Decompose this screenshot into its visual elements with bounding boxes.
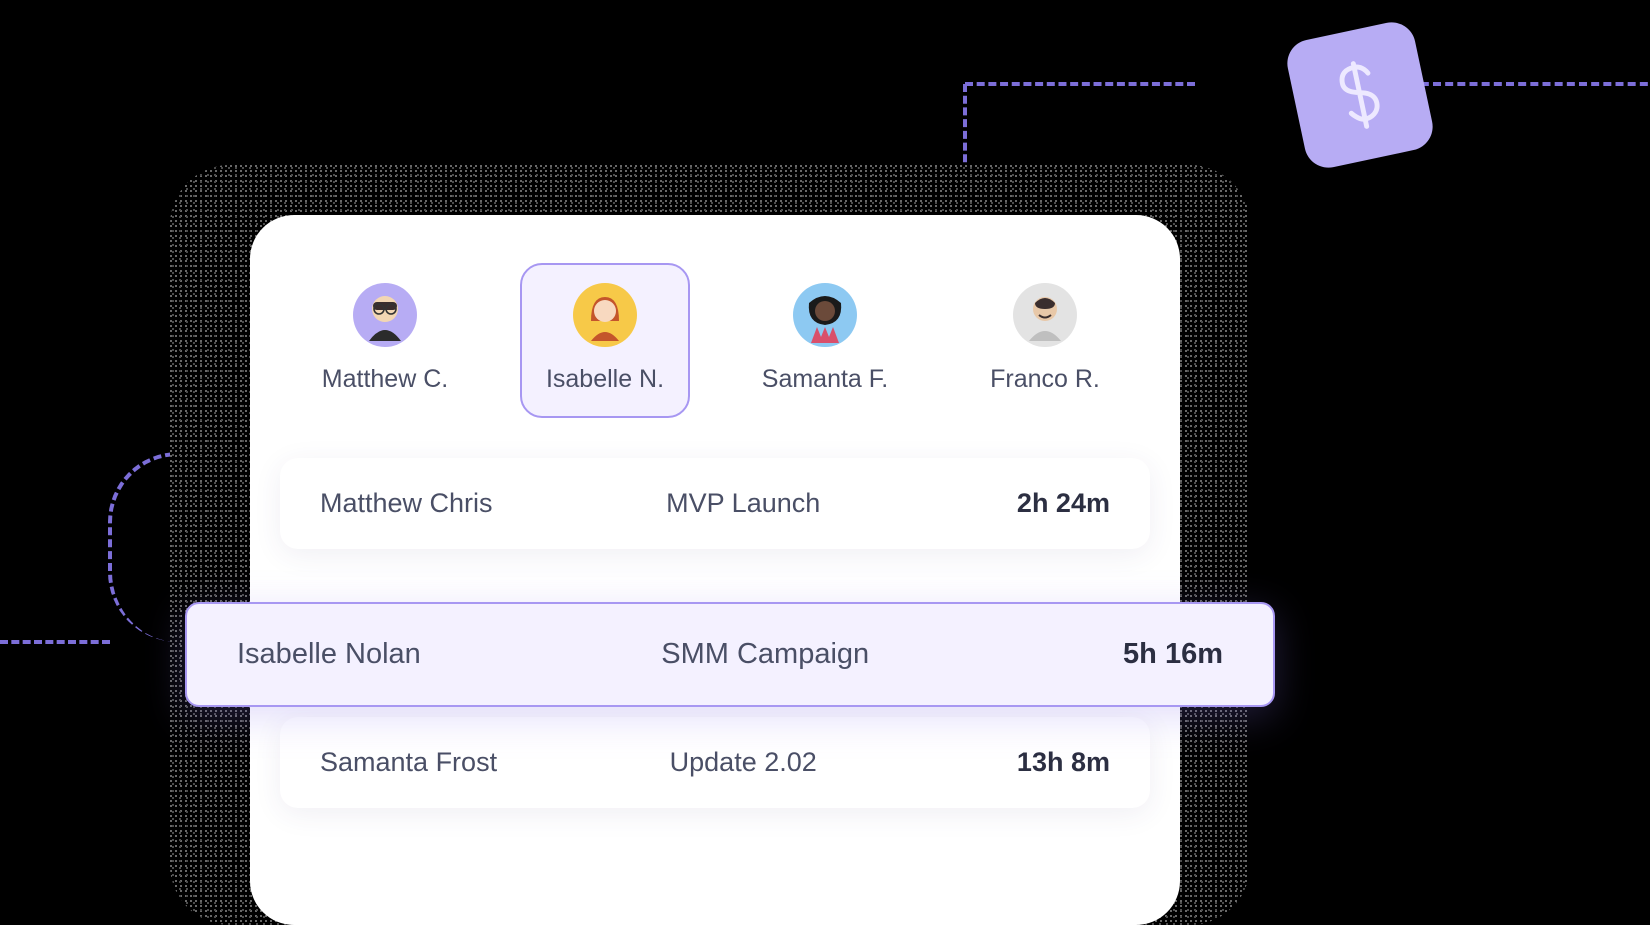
- user-selector-row: Matthew C. Isabelle N. Samanta F. Franco…: [280, 263, 1150, 418]
- time-entry-row-highlighted[interactable]: Isabelle Nolan SMM Campaign 5h 16m: [185, 602, 1275, 707]
- user-short-name: Matthew C.: [322, 365, 448, 394]
- avatar: [793, 283, 857, 347]
- user-short-name: Isabelle N.: [546, 365, 664, 394]
- entry-project: Update 2.02: [602, 747, 884, 778]
- entry-project: SMM Campaign: [589, 638, 941, 671]
- entry-name: Matthew Chris: [320, 488, 602, 519]
- user-short-name: Samanta F.: [762, 365, 888, 394]
- user-tile-matthew[interactable]: Matthew C.: [300, 263, 470, 418]
- time-entry-row[interactable]: Samanta Frost Update 2.02 13h 8m: [280, 717, 1150, 808]
- entry-time: 13h 8m: [884, 747, 1110, 778]
- decorative-dash: [108, 452, 178, 642]
- entry-time: 2h 24m: [884, 488, 1110, 519]
- entry-name: Isabelle Nolan: [237, 638, 589, 671]
- user-tile-franco[interactable]: Franco R.: [960, 263, 1130, 418]
- dollar-badge: [1283, 18, 1437, 172]
- entry-project: MVP Launch: [602, 488, 884, 519]
- avatar: [353, 283, 417, 347]
- decorative-dash: [0, 640, 110, 644]
- user-tile-isabelle[interactable]: Isabelle N.: [520, 263, 690, 418]
- avatar: [573, 283, 637, 347]
- decorative-dash: [965, 82, 1195, 86]
- user-tile-samanta[interactable]: Samanta F.: [740, 263, 910, 418]
- decorative-dash: [963, 84, 967, 174]
- user-short-name: Franco R.: [990, 365, 1100, 394]
- entry-name: Samanta Frost: [320, 747, 602, 778]
- entry-time: 5h 16m: [941, 638, 1223, 671]
- avatar: [1013, 283, 1077, 347]
- team-time-card: Matthew C. Isabelle N. Samanta F. Franco…: [250, 215, 1180, 925]
- dollar-icon: [1326, 53, 1394, 137]
- time-entry-row[interactable]: Matthew Chris MVP Launch 2h 24m: [280, 458, 1150, 549]
